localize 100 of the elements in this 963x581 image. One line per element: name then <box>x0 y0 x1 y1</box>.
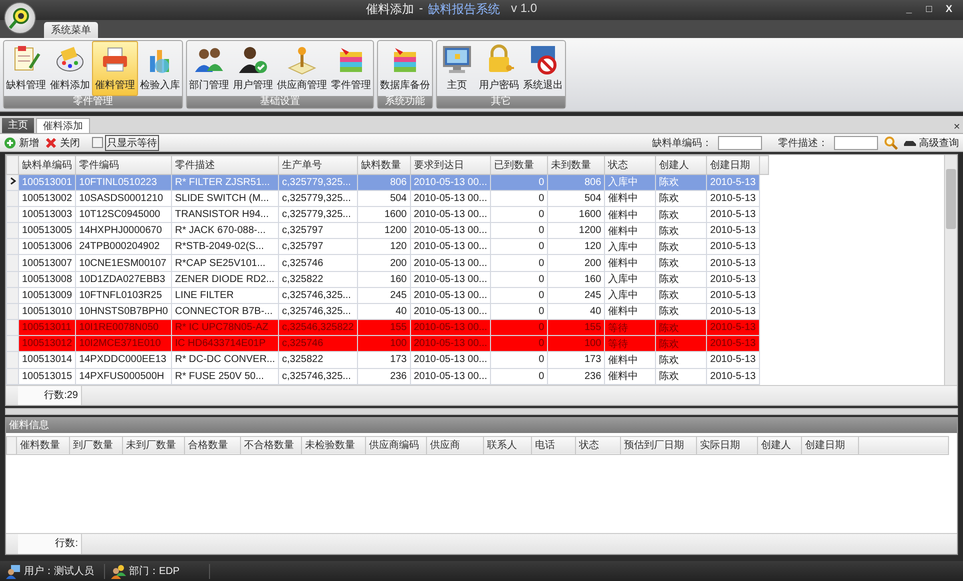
table-cell: 10CNE1ESM00107 <box>76 254 172 272</box>
table-cell: 2010-5-13 <box>706 206 760 223</box>
table-cell: 1600 <box>548 206 605 223</box>
table-cell: 155 <box>548 320 605 336</box>
ribbon-button[interactable]: 用户管理 <box>231 40 275 96</box>
table-cell: IC HD6433714E01P <box>172 336 279 352</box>
ribbon-button[interactable]: 系统退出 <box>521 40 565 96</box>
table-cell: R*CAP SE25V101... <box>172 254 279 272</box>
scrollbar[interactable] <box>944 155 957 385</box>
filter-field[interactable] <box>718 136 762 150</box>
checkbox[interactable] <box>92 137 103 148</box>
column-header[interactable]: 供应商编码 <box>366 436 426 454</box>
table-cell: R* JACK 670-088-... <box>172 222 279 239</box>
column-header[interactable]: 供应商 <box>426 436 484 454</box>
column-header[interactable]: 生产单号 <box>278 156 358 174</box>
minimize-button[interactable]: _ <box>903 4 915 16</box>
table-cell: c,325779,325... <box>278 206 358 223</box>
table-cell: 100513003 <box>18 206 76 223</box>
table-cell: R* FUSE 250V 50... <box>172 368 279 384</box>
table-cell: 100513007 <box>18 254 76 272</box>
splitter-handle[interactable] <box>5 408 958 415</box>
menu-tab[interactable]: 系统菜单 <box>44 22 98 38</box>
column-header[interactable]: 状态 <box>576 436 620 454</box>
column-header[interactable]: 未到厂数量 <box>122 436 184 454</box>
column-header[interactable]: 创建人 <box>656 156 707 174</box>
advanced-search-button[interactable]: 高级查询 <box>904 136 959 150</box>
close-tab-button[interactable]: × <box>954 120 963 133</box>
search-icon[interactable] <box>884 136 898 150</box>
column-header[interactable]: 电话 <box>532 436 576 454</box>
table-cell: 10D1ZDA027EBB3 <box>76 271 172 288</box>
column-header[interactable]: 未检验数量 <box>302 436 366 454</box>
table-cell: 120 <box>548 238 605 255</box>
row-header[interactable] <box>6 174 18 190</box>
table-cell: 236 <box>548 368 605 384</box>
table-cell: 100513009 <box>18 287 76 304</box>
ribbon-button[interactable]: 检验入库 <box>138 40 182 96</box>
column-header[interactable]: 创建日期 <box>802 436 858 454</box>
document-tab[interactable]: 主页 <box>2 118 34 133</box>
table-cell: R* DC-DC CONVER... <box>172 352 279 368</box>
ribbon-button[interactable]: 催料添加 <box>48 40 92 96</box>
column-header[interactable]: 合格数量 <box>184 436 240 454</box>
people-icon <box>111 564 126 579</box>
table-cell: 2010-05-13 00... <box>410 206 491 223</box>
table-cell: 14PXDDC000EE13 <box>76 352 172 368</box>
table-cell: 陈欢 <box>656 174 707 190</box>
checkbox-label[interactable]: 只显示等待 <box>105 134 159 151</box>
column-header[interactable]: 零件编码 <box>76 156 172 174</box>
column-header[interactable]: 要求到达日 <box>410 156 491 174</box>
filter-field[interactable] <box>834 136 878 150</box>
table-cell: 10I2MCE371E010 <box>76 336 172 352</box>
table-cell: 14PXFUS000500H <box>76 368 172 384</box>
maximize-button[interactable]: □ <box>923 4 935 16</box>
ribbon-button[interactable]: 供应商管理 <box>275 40 329 96</box>
column-header[interactable]: 未到数量 <box>548 156 605 174</box>
ribbon-button[interactable]: 部门管理 <box>187 40 231 96</box>
column-header[interactable]: 零件描述 <box>172 156 279 174</box>
scrollbar-thumb[interactable] <box>946 169 956 230</box>
table-cell: 2010-5-13 <box>706 368 760 384</box>
document-tab[interactable]: 催料添加 <box>36 118 90 133</box>
ribbon-button[interactable]: 催料管理 <box>92 40 138 96</box>
table-cell: 120 <box>357 238 410 255</box>
filter-label: 缺料单编码： <box>652 136 712 150</box>
table-cell: 2010-5-13 <box>706 271 760 288</box>
column-header[interactable]: 到厂数量 <box>70 436 122 454</box>
column-header[interactable]: 联系人 <box>484 436 532 454</box>
group-label: 零件管理 <box>4 96 182 108</box>
column-header[interactable]: 预估到厂日期 <box>620 436 696 454</box>
table-cell: 陈欢 <box>656 238 707 255</box>
column-header[interactable]: 已到数量 <box>490 156 548 174</box>
ribbon-button[interactable]: 缺料管理 <box>4 40 48 96</box>
column-header[interactable]: 不合格数量 <box>240 436 302 454</box>
table-cell: 催料中 <box>604 352 656 368</box>
table-cell: 催料中 <box>604 368 656 384</box>
table-cell: c,325822 <box>278 271 358 288</box>
ribbon-button[interactable]: 零件管理 <box>329 40 373 96</box>
window-title: 催料添加 <box>366 1 414 18</box>
column-header[interactable]: 催料数量 <box>16 436 70 454</box>
table-cell: 10T12SC0945000 <box>76 206 172 223</box>
table-cell: 10SASDS0001210 <box>76 190 172 206</box>
magnifier-logo-icon[interactable] <box>4 2 36 34</box>
ribbon-button[interactable]: 用户密码 <box>477 40 521 96</box>
table-cell: 催料中 <box>604 254 656 272</box>
add-button[interactable]: 新增 <box>4 136 39 150</box>
ribbon-button[interactable]: 数据库备份 <box>378 40 432 96</box>
filter-label: 零件描述： <box>778 136 828 150</box>
table-cell: 504 <box>548 190 605 206</box>
table-cell: 0 <box>490 336 548 352</box>
column-header[interactable]: 缺料单编码 <box>18 156 76 174</box>
column-header[interactable]: 状态 <box>604 156 656 174</box>
close-button[interactable]: X <box>943 4 955 16</box>
close-button[interactable]: 关闭 <box>45 136 80 150</box>
column-header[interactable]: 创建日期 <box>706 156 760 174</box>
table-cell: 0 <box>490 287 548 304</box>
ribbon-button[interactable]: 主页 <box>437 40 477 96</box>
column-header[interactable]: 实际日期 <box>696 436 758 454</box>
table-cell: 陈欢 <box>656 320 707 336</box>
column-header[interactable]: 创建人 <box>758 436 802 454</box>
table-cell: 2010-5-13 <box>706 287 760 304</box>
column-header[interactable]: 缺料数量 <box>357 156 410 174</box>
table-cell: c,325797 <box>278 222 358 239</box>
